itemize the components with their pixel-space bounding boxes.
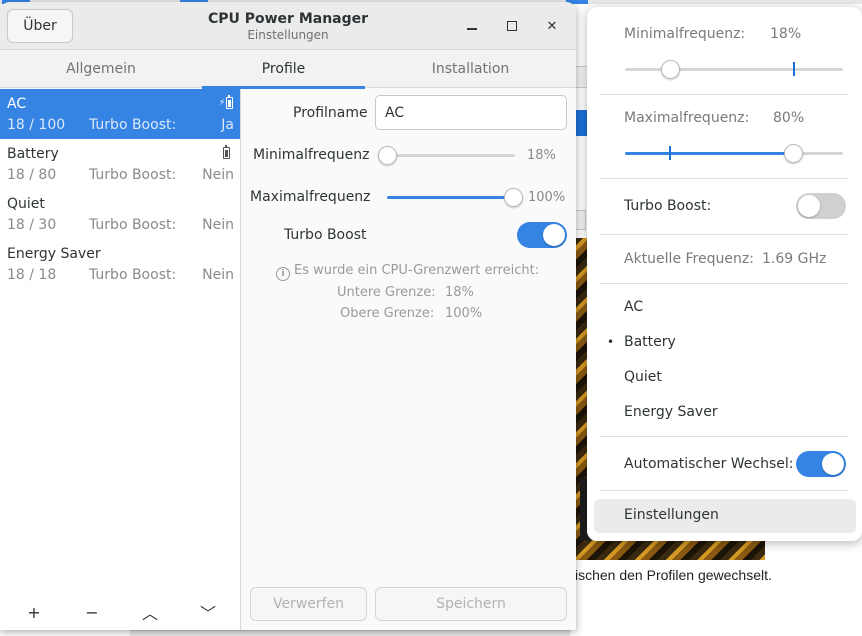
tab-allgemein[interactable]: Allgemein: [0, 50, 202, 88]
profile-range: 18 / 80: [7, 167, 57, 183]
slider-handle[interactable]: [660, 60, 680, 79]
profile-turbo-value: Nein: [202, 167, 234, 183]
popover-profile-energy-saver[interactable]: Energy Saver: [624, 404, 718, 420]
window-subtitle: Einstellungen: [247, 28, 329, 42]
auto-switch-label: Automatischer Wechsel:: [624, 456, 794, 472]
background-bottom-bar: [130, 630, 570, 636]
min-frequency-slider[interactable]: [378, 145, 515, 165]
profile-range: 18 / 30: [7, 217, 57, 233]
profile-range: 18 / 18: [7, 267, 57, 283]
profile-turbo-label: Turbo Boost:: [89, 217, 177, 233]
profile-name: Quiet: [7, 196, 45, 212]
profile-list: AC ⚡ 18 / 100 Turbo Boost: Ja Battery 18…: [0, 89, 241, 630]
background-text: ischen den Profilen gewechselt.: [575, 567, 772, 583]
popover-max-slider[interactable]: [625, 143, 843, 163]
profile-turbo-label: Turbo Boost:: [89, 167, 177, 183]
slider-handle[interactable]: [784, 144, 804, 163]
maximize-icon: [507, 21, 517, 31]
limit-marker: [669, 146, 672, 160]
popover-min-value: 18%: [770, 26, 802, 42]
minimize-button[interactable]: [460, 14, 484, 38]
popover-max-value: 80%: [773, 110, 805, 126]
popover-turbo-label: Turbo Boost:: [624, 198, 712, 214]
profile-name: Battery: [7, 146, 59, 162]
min-frequency-label: Minimalfrequenz: [253, 147, 370, 163]
remove-profile-button[interactable]: −: [77, 600, 107, 624]
indicator-popover: Minimalfrequenz: 18% Maximalfrequenz: 80…: [587, 7, 862, 541]
max-frequency-value: 100%: [528, 190, 566, 205]
settings-menu-label: Einstellungen: [624, 507, 719, 523]
profile-range: 18 / 100: [7, 117, 66, 133]
popover-profile-quiet[interactable]: Quiet: [624, 369, 662, 385]
settings-menu-item[interactable]: Einstellungen: [594, 499, 856, 533]
info-icon: i: [276, 267, 290, 281]
profile-name: Energy Saver: [7, 246, 101, 262]
slider-handle[interactable]: [504, 188, 523, 207]
profile-turbo-label: Turbo Boost:: [89, 117, 177, 133]
popover-profile-battery[interactable]: Battery: [624, 334, 676, 350]
plus-icon: +: [27, 602, 41, 622]
chevron-down-icon: ﹀: [199, 604, 216, 623]
move-down-button[interactable]: ﹀: [193, 600, 223, 624]
minimize-icon: [467, 28, 477, 30]
popover-max-label: Maximalfrequenz:: [624, 110, 750, 126]
upper-limit-label: Obere Grenze:: [340, 306, 435, 321]
limit-info: i Es wurde ein CPU-Grenzwert erreicht:: [276, 263, 539, 281]
profile-item-ac[interactable]: AC ⚡ 18 / 100 Turbo Boost: Ja: [0, 89, 240, 139]
max-frequency-slider[interactable]: [387, 187, 523, 207]
minus-icon: −: [85, 602, 99, 622]
close-icon: ✕: [546, 18, 558, 34]
upper-limit-value: 100%: [445, 306, 483, 321]
profile-item-battery[interactable]: Battery 18 / 80 Turbo Boost: Nein: [0, 139, 240, 189]
popover-profile-ac[interactable]: AC: [624, 299, 643, 315]
auto-switch-toggle[interactable]: [796, 451, 846, 477]
profile-item-quiet[interactable]: Quiet 18 / 30 Turbo Boost: Nein: [0, 189, 240, 239]
popover-min-slider[interactable]: [625, 59, 843, 79]
chevron-up-icon: ︿: [141, 604, 158, 623]
maximize-button[interactable]: [500, 14, 524, 38]
save-button[interactable]: Speichern: [375, 587, 567, 621]
header-bar: Über CPU Power Manager Einstellungen ✕: [0, 2, 576, 50]
ac-battery-icon: ⚡: [218, 95, 234, 111]
move-up-button[interactable]: ︿: [135, 600, 165, 624]
discard-button[interactable]: Verwerfen: [250, 587, 367, 621]
popover-min-label: Minimalfrequenz:: [624, 26, 746, 42]
profile-item-energy-saver[interactable]: Energy Saver 18 / 18 Turbo Boost: Nein: [0, 239, 240, 289]
profile-turbo-value: Ja: [221, 117, 234, 133]
limit-marker: [792, 62, 795, 76]
profile-turbo-value: Nein: [202, 267, 234, 283]
turbo-boost-label: Turbo Boost: [284, 227, 367, 243]
add-profile-button[interactable]: +: [19, 600, 49, 624]
tab-installation[interactable]: Installation: [365, 50, 576, 88]
current-frequency-label: Aktuelle Frequenz:: [624, 251, 754, 267]
popover-turbo-switch[interactable]: [796, 193, 846, 219]
profile-turbo-value: Nein: [202, 217, 234, 233]
settings-dialog: Über CPU Power Manager Einstellungen ✕ A…: [0, 2, 576, 630]
profile-name-label: Profilname: [293, 105, 368, 121]
profile-name: AC: [7, 96, 27, 112]
lower-limit-value: 18%: [445, 285, 474, 300]
window-title: CPU Power Manager: [207, 11, 369, 27]
tab-bar: Allgemein Profile Installation: [0, 50, 576, 89]
slider-handle[interactable]: [378, 146, 397, 165]
battery-icon: [218, 145, 234, 161]
about-button[interactable]: Über: [7, 9, 73, 43]
max-frequency-label: Maximalfrequenz: [250, 189, 371, 205]
profile-turbo-label: Turbo Boost:: [89, 267, 177, 283]
current-frequency-value: 1.69 GHz: [762, 251, 827, 267]
profile-list-toolbar: + − ︿ ﹀: [0, 594, 240, 630]
lower-limit-label: Untere Grenze:: [337, 285, 436, 300]
turbo-boost-switch[interactable]: [517, 222, 567, 248]
min-frequency-value: 18%: [527, 148, 556, 163]
close-button[interactable]: ✕: [540, 14, 564, 38]
tab-profile[interactable]: Profile: [202, 50, 365, 89]
active-profile-indicator: •: [607, 335, 615, 349]
profile-name-input[interactable]: [375, 95, 567, 130]
